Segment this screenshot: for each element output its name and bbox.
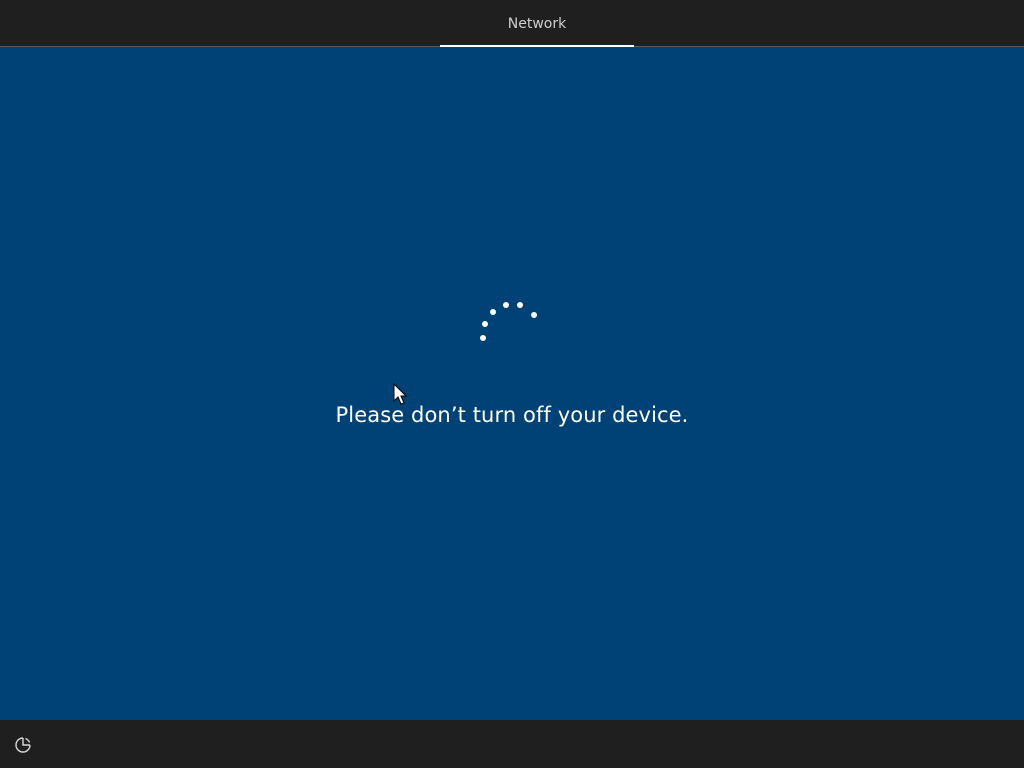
ease-of-access-icon	[15, 737, 31, 753]
tab-network: Network	[440, 0, 634, 46]
oobe-footer	[0, 720, 1024, 768]
spinner-dot	[531, 312, 537, 318]
spinner-dot	[517, 302, 523, 308]
spinner-dot	[490, 309, 496, 315]
setup-content	[0, 47, 1024, 720]
mouse-cursor-icon	[393, 383, 407, 405]
loading-spinner-icon	[480, 302, 537, 341]
spinner-dot	[480, 335, 486, 341]
spinner-dot	[482, 321, 488, 327]
oobe-header: Network	[0, 0, 1024, 47]
ease-of-access-button[interactable]	[12, 734, 34, 756]
tab-network-label: Network	[507, 16, 567, 32]
spinner-dot	[503, 302, 509, 308]
status-message: Please don’t turn off your device.	[335, 403, 689, 427]
